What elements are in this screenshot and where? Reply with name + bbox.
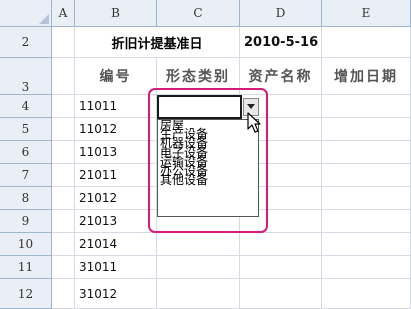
- row-header-2[interactable]: 2: [0, 27, 52, 58]
- cell-d2-date[interactable]: 2010-5-16: [240, 27, 322, 58]
- cell-d11[interactable]: [240, 256, 322, 279]
- cell-e8[interactable]: [322, 187, 411, 210]
- cell-e6[interactable]: [322, 141, 411, 164]
- cell-e12[interactable]: [322, 279, 411, 309]
- cell-c12[interactable]: [157, 279, 240, 309]
- cell-a10[interactable]: [52, 233, 75, 256]
- row-header-8[interactable]: 8: [0, 187, 52, 210]
- row-header-3[interactable]: 3: [0, 58, 52, 95]
- cell-a9[interactable]: [52, 210, 75, 233]
- cell-a3[interactable]: [52, 58, 75, 95]
- cell-a4[interactable]: [52, 95, 75, 118]
- row-header-6[interactable]: 6: [0, 141, 52, 164]
- cell-d12[interactable]: [240, 279, 322, 309]
- annotation-highlight-box: [148, 88, 268, 233]
- column-header-d[interactable]: D: [240, 0, 322, 27]
- cell-b8[interactable]: 21012: [75, 187, 157, 210]
- cell-d10[interactable]: [240, 233, 322, 256]
- column-header-b[interactable]: B: [75, 0, 157, 27]
- column-header-e[interactable]: E: [322, 0, 411, 27]
- cell-a12[interactable]: [52, 279, 75, 309]
- cell-e7[interactable]: [322, 164, 411, 187]
- row-header-10[interactable]: 10: [0, 233, 52, 256]
- row-header-11[interactable]: 11: [0, 256, 52, 279]
- cell-a5[interactable]: [52, 118, 75, 141]
- select-all-triangle-icon: [39, 14, 49, 24]
- cell-a11[interactable]: [52, 256, 75, 279]
- cell-e4[interactable]: [322, 95, 411, 118]
- cell-e5[interactable]: [322, 118, 411, 141]
- cell-e2[interactable]: [322, 27, 411, 58]
- cell-b2-c2-title[interactable]: 折旧计提基准日: [75, 27, 240, 58]
- cell-b6[interactable]: 11013: [75, 141, 157, 164]
- cell-c10[interactable]: [157, 233, 240, 256]
- cell-b12[interactable]: 31012: [75, 279, 157, 309]
- cell-b11[interactable]: 31011: [75, 256, 157, 279]
- select-all-corner[interactable]: [0, 0, 52, 27]
- row-header-7[interactable]: 7: [0, 164, 52, 187]
- cell-b3-header[interactable]: 编号: [75, 58, 157, 95]
- cell-b7[interactable]: 21011: [75, 164, 157, 187]
- cell-a6[interactable]: [52, 141, 75, 164]
- cell-b9[interactable]: 21013: [75, 210, 157, 233]
- cell-e3-header[interactable]: 增加日期: [322, 58, 411, 95]
- cell-c11[interactable]: [157, 256, 240, 279]
- cell-a2[interactable]: [52, 27, 75, 58]
- cell-e9[interactable]: [322, 210, 411, 233]
- cell-a7[interactable]: [52, 164, 75, 187]
- cell-e11[interactable]: [322, 256, 411, 279]
- cell-e10[interactable]: [322, 233, 411, 256]
- column-header-c[interactable]: C: [157, 0, 240, 27]
- cell-a8[interactable]: [52, 187, 75, 210]
- row-header-9[interactable]: 9: [0, 210, 52, 233]
- cell-b5[interactable]: 11012: [75, 118, 157, 141]
- row-header-5[interactable]: 5: [0, 118, 52, 141]
- row-header-12[interactable]: 12: [0, 279, 52, 309]
- cell-b4[interactable]: 11011: [75, 95, 157, 118]
- column-header-a[interactable]: A: [52, 0, 75, 27]
- cell-b10[interactable]: 21014: [75, 233, 157, 256]
- row-header-4[interactable]: 4: [0, 95, 52, 118]
